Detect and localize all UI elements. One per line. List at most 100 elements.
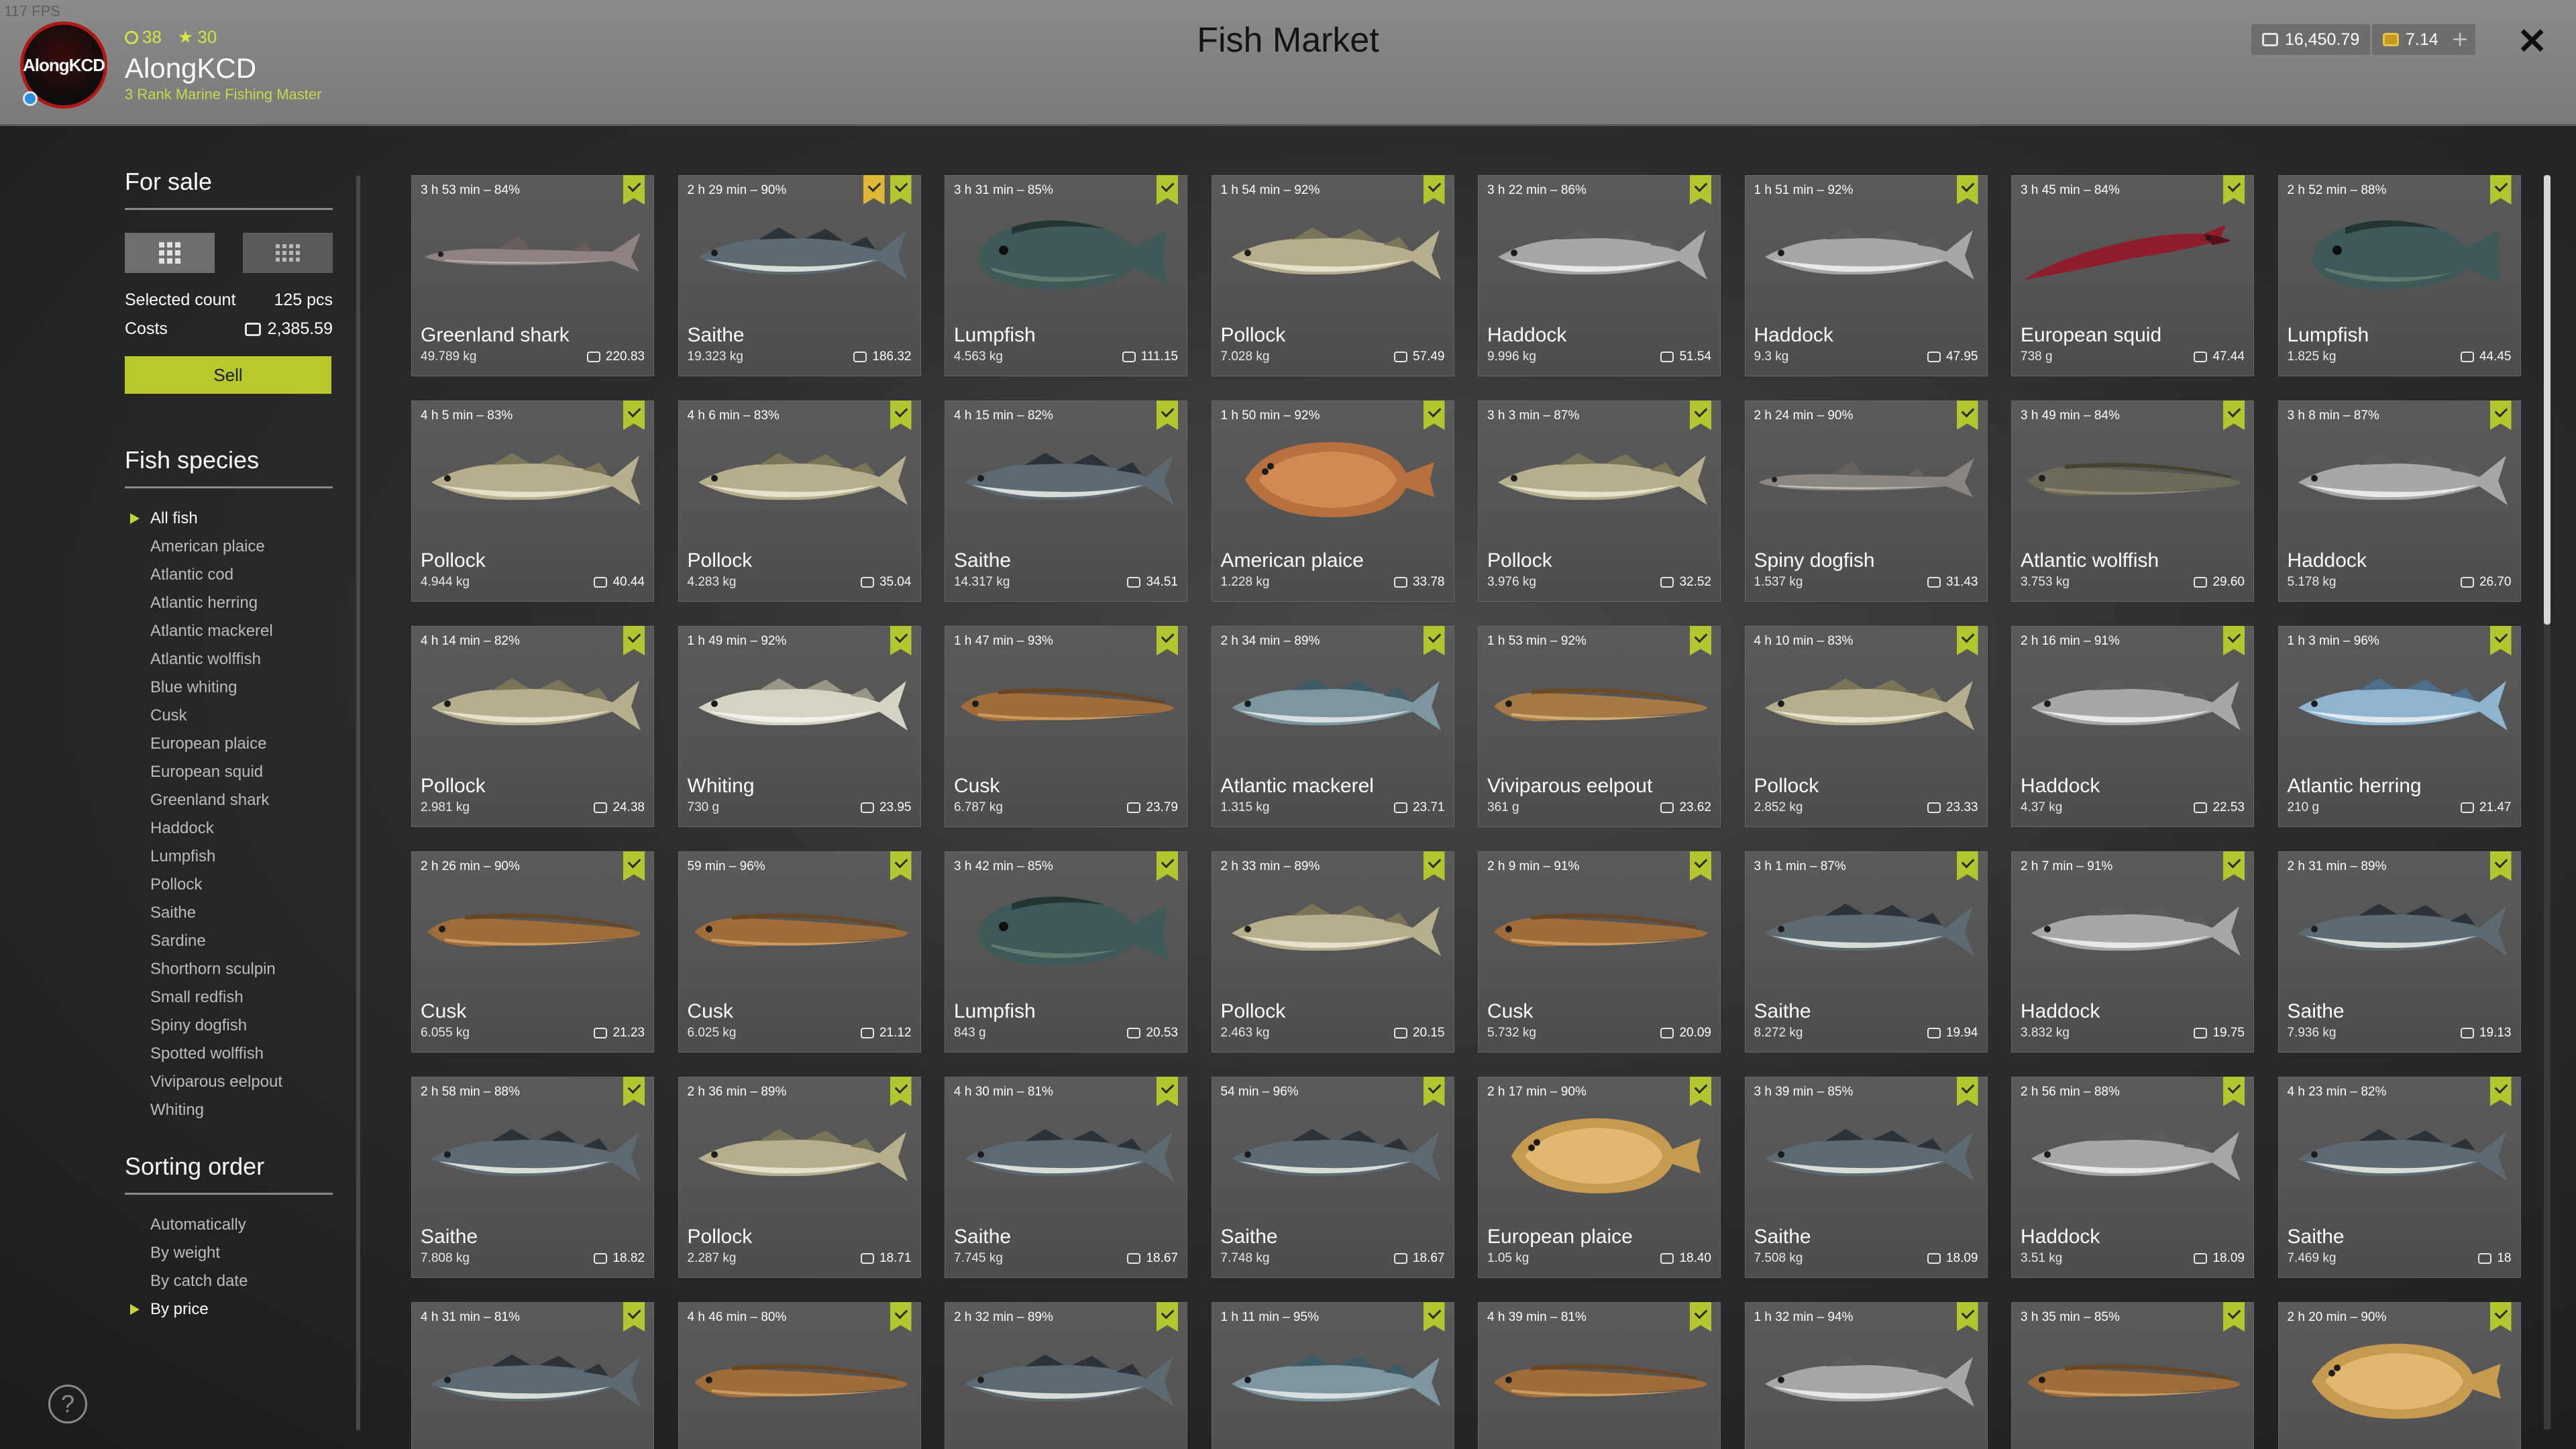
fish-card[interactable]: 2 h 56 min – 88% Haddock 3.51 kg 18.09 [2011,1077,2254,1278]
select-checkmark-icon[interactable] [623,175,645,205]
sort-option-by-catch-date[interactable]: By catch date [125,1267,333,1295]
select-checkmark-icon[interactable] [890,851,912,881]
fish-card[interactable]: 2 h 17 min – 90% European plaice 1.05 kg 18… [1478,1077,1721,1278]
fish-card[interactable]: 4 h 30 min – 81% Saithe 7.745 kg 18.67 [945,1077,1187,1278]
species-filter-blue-whiting[interactable]: Blue whiting [125,674,333,702]
grid-scrollbar[interactable] [2544,175,2551,1430]
fish-card[interactable]: 3 h 22 min – 86% Haddock 9.996 kg 51.54 [1478,175,1721,376]
fish-card[interactable]: 2 h 20 min – 90% [2277,1302,2521,1449]
select-checkmark-icon[interactable] [2489,1077,2512,1106]
select-checkmark-icon[interactable] [1956,400,1978,430]
select-checkmark-icon[interactable] [1690,626,1711,655]
scrollbar-thumb[interactable] [2544,175,2551,625]
fish-card[interactable]: 2 h 16 min – 91% Haddock 4.37 kg 22.53 [2011,626,2254,827]
species-filter-saithe[interactable]: Saithe [125,899,333,927]
fish-card[interactable]: 1 h 53 min – 92% Viviparous eelpout 361 g 2… [1478,626,1721,827]
fish-card[interactable]: 2 h 29 min – 90% Saithe 19.323 kg 186.32 [678,175,921,376]
fish-card[interactable]: 3 h 39 min – 85% Saithe 7.508 kg 18.09 [1744,1077,1988,1278]
sort-option-by-price[interactable]: By price [125,1295,333,1324]
fish-card[interactable]: 3 h 53 min – 84% Greenland shark 49.789 kg… [411,175,654,376]
select-checkmark-icon[interactable] [1157,626,1178,655]
fish-card[interactable]: 2 h 58 min – 88% Saithe 7.808 kg 18.82 [411,1077,654,1278]
select-checkmark-icon[interactable] [1423,1077,1445,1106]
species-filter-small-redfish[interactable]: Small redfish [125,983,333,1012]
select-checkmark-icon[interactable] [1956,851,1978,881]
species-filter-haddock[interactable]: Haddock [125,814,333,843]
select-checkmark-icon[interactable] [2489,400,2512,430]
fish-card[interactable]: 4 h 6 min – 83% Pollock 4.283 kg 35.04 [678,400,921,602]
select-checkmark-icon[interactable] [890,400,912,430]
select-checkmark-icon[interactable] [1157,400,1178,430]
fish-card[interactable]: 3 h 49 min – 84% Atlantic wolffish 3.753 k… [2011,400,2254,602]
select-checkmark-icon[interactable] [623,1077,645,1106]
species-filter-shorthorn-sculpin[interactable]: Shorthorn sculpin [125,955,333,983]
fish-card[interactable]: 3 h 1 min – 87% Saithe 8.272 kg 19.94 [1744,851,1988,1053]
select-checkmark-icon[interactable] [1956,1077,1978,1106]
sell-button[interactable]: Sell [125,356,331,394]
select-checkmark-icon[interactable] [2489,1302,2512,1332]
fish-card[interactable]: 1 h 49 min – 92% Whiting 730 g 23.95 [678,626,921,827]
species-filter-atlantic-wolffish[interactable]: Atlantic wolffish [125,645,333,674]
small-grid-view-button[interactable] [243,233,333,273]
select-checkmark-icon[interactable] [2223,400,2245,430]
fish-card[interactable]: 3 h 42 min – 85% Lumpfish 843 g 20.53 [945,851,1187,1053]
species-filter-greenland-shark[interactable]: Greenland shark [125,786,333,814]
fish-card[interactable]: 1 h 51 min – 92% Haddock 9.3 kg 47.95 [1744,175,1988,376]
select-checkmark-icon[interactable] [623,626,645,655]
fish-card[interactable]: 2 h 33 min – 89% Pollock 2.463 kg 20.15 [1211,851,1454,1053]
help-button[interactable]: ? [48,1385,87,1424]
species-filter-spotted-wolffish[interactable]: Spotted wolffish [125,1040,333,1068]
fish-card[interactable]: 1 h 54 min – 92% Pollock 7.028 kg 57.49 [1211,175,1454,376]
large-grid-view-button[interactable] [125,233,215,273]
select-checkmark-icon[interactable] [1956,626,1978,655]
select-checkmark-icon[interactable] [1690,175,1711,205]
select-checkmark-icon[interactable] [1423,175,1445,205]
select-checkmark-icon[interactable] [2223,1302,2245,1332]
select-checkmark-icon[interactable] [623,400,645,430]
select-checkmark-icon[interactable] [2489,626,2512,655]
species-filter-pollock[interactable]: Pollock [125,871,333,899]
fish-card[interactable]: 1 h 11 min – 95% [1211,1302,1454,1449]
fish-card[interactable]: 1 h 3 min – 96% Atlantic herring 210 g 21.4… [2277,626,2521,827]
select-checkmark-icon[interactable] [1423,1302,1445,1332]
fish-card[interactable]: 4 h 23 min – 82% Saithe 7.469 kg 18 [2277,1077,2521,1278]
species-filter-spiny-dogfish[interactable]: Spiny dogfish [125,1012,333,1040]
fish-card[interactable]: 4 h 31 min – 81% [411,1302,654,1449]
species-filter-whiting[interactable]: Whiting [125,1096,333,1124]
fish-card[interactable]: 3 h 35 min – 85% [2011,1302,2254,1449]
select-checkmark-icon[interactable] [1956,175,1978,205]
fish-card[interactable]: 4 h 14 min – 82% Pollock 2.981 kg 24.38 [411,626,654,827]
fish-card[interactable]: 1 h 50 min – 92% American plaice 1.228 kg 3… [1211,400,1454,602]
fish-card[interactable]: 4 h 15 min – 82% Saithe 14.317 kg 34.51 [945,400,1187,602]
fish-card[interactable]: 2 h 31 min – 89% Saithe 7.936 kg 19.13 [2277,851,2521,1053]
sort-option-by-weight[interactable]: By weight [125,1239,333,1267]
select-checkmark-icon[interactable] [1157,851,1178,881]
species-filter-atlantic-cod[interactable]: Atlantic cod [125,561,333,589]
fish-card[interactable]: 2 h 26 min – 90% Cusk 6.055 kg 21.23 [411,851,654,1053]
fish-card[interactable]: 59 min – 96% Cusk 6.025 kg 21.12 [678,851,921,1053]
species-filter-cusk[interactable]: Cusk [125,702,333,730]
fish-card[interactable]: 2 h 24 min – 90% Spiny dogfish 1.537 kg 31.… [1744,400,1988,602]
select-checkmark-icon[interactable] [1157,1302,1178,1332]
select-checkmark-icon[interactable] [1690,851,1711,881]
select-checkmark-icon[interactable] [1690,1077,1711,1106]
select-checkmark-icon[interactable] [2489,175,2512,205]
select-checkmark-icon[interactable] [890,1302,912,1332]
fish-card[interactable]: 2 h 34 min – 89% Atlantic mackerel 1.315 k… [1211,626,1454,827]
select-checkmark-icon[interactable] [890,626,912,655]
species-filter-european-plaice[interactable]: European plaice [125,730,333,758]
select-checkmark-icon[interactable] [890,1077,912,1106]
fish-card[interactable]: 3 h 8 min – 87% Haddock 5.178 kg 26.70 [2277,400,2521,602]
select-checkmark-icon[interactable] [1423,851,1445,881]
species-filter-lumpfish[interactable]: Lumpfish [125,843,333,871]
favorite-checkmark-icon[interactable] [863,175,885,205]
select-checkmark-icon[interactable] [623,851,645,881]
species-filter-atlantic-herring[interactable]: Atlantic herring [125,589,333,617]
fish-card[interactable]: 54 min – 96% Saithe 7.748 kg 18.67 [1211,1077,1454,1278]
species-filter-viviparous-eelpout[interactable]: Viviparous eelpout [125,1068,333,1096]
fish-card[interactable]: 3 h 31 min – 85% Lumpfish 4.563 kg 111.15 [945,175,1187,376]
fish-card[interactable]: 2 h 52 min – 88% Lumpfish 1.825 kg 44.45 [2277,175,2521,376]
select-checkmark-icon[interactable] [2223,1077,2245,1106]
species-filter-european-squid[interactable]: European squid [125,758,333,786]
select-checkmark-icon[interactable] [1157,1077,1178,1106]
